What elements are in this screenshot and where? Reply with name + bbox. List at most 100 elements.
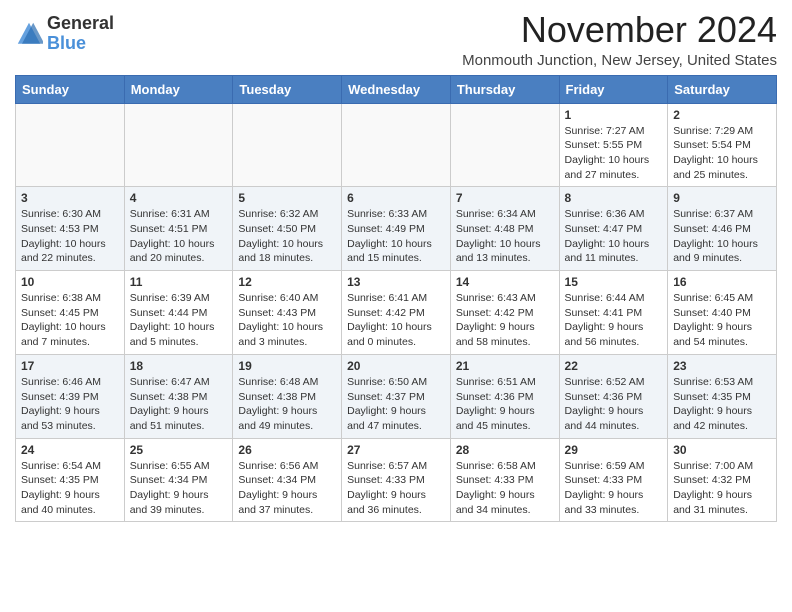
day-detail: Sunrise: 6:37 AM Sunset: 4:46 PM Dayligh… <box>673 207 771 266</box>
day-number: 29 <box>565 443 663 457</box>
day-number: 28 <box>456 443 554 457</box>
calendar-cell: 2Sunrise: 7:29 AM Sunset: 5:54 PM Daylig… <box>668 103 777 187</box>
calendar-cell: 11 Sunrise: 6:39 AM Sunset: 4:44 PM Dayli… <box>124 271 233 355</box>
col-header-wednesday: Wednesday <box>342 75 451 103</box>
calendar-cell: 21Sunrise: 6:51 AM Sunset: 4:36 PM Dayli… <box>450 354 559 438</box>
day-number: 2 <box>673 108 771 122</box>
day-detail: Sunrise: 6:34 AM Sunset: 4:48 PM Dayligh… <box>456 207 554 266</box>
day-detail: Sunrise: 6:32 AM Sunset: 4:50 PM Dayligh… <box>238 207 336 266</box>
day-number: 17 <box>21 359 119 373</box>
calendar-cell: 19 Sunrise: 6:48 AM Sunset: 4:38 PM Dayli… <box>233 354 342 438</box>
day-number: 10 <box>21 275 119 289</box>
calendar-row-5: 24 Sunrise: 6:54 AM Sunset: 4:35 PM Dayli… <box>16 438 777 522</box>
day-number: 23 <box>673 359 771 373</box>
calendar-cell: 20Sunrise: 6:50 AM Sunset: 4:37 PM Dayli… <box>342 354 451 438</box>
day-detail: Sunrise: 6:48 AM Sunset: 4:38 PM Dayligh… <box>238 375 336 434</box>
col-header-tuesday: Tuesday <box>233 75 342 103</box>
day-number: 18 <box>130 359 228 373</box>
day-detail: Sunrise: 6:31 AM Sunset: 4:51 PM Dayligh… <box>130 207 228 266</box>
day-number: 27 <box>347 443 445 457</box>
day-detail: Sunrise: 6:53 AM Sunset: 4:35 PM Dayligh… <box>673 375 771 434</box>
day-number: 8 <box>565 191 663 205</box>
day-detail: Sunrise: 6:30 AM Sunset: 4:53 PM Dayligh… <box>21 207 119 266</box>
calendar-cell <box>124 103 233 187</box>
day-number: 26 <box>238 443 336 457</box>
calendar-cell: 24 Sunrise: 6:54 AM Sunset: 4:35 PM Dayli… <box>16 438 125 522</box>
day-detail: Sunrise: 6:47 AM Sunset: 4:38 PM Dayligh… <box>130 375 228 434</box>
day-detail: Sunrise: 6:41 AM Sunset: 4:42 PM Dayligh… <box>347 291 445 350</box>
logo: General Blue <box>15 14 114 54</box>
calendar-cell: 23 Sunrise: 6:53 AM Sunset: 4:35 PM Dayli… <box>668 354 777 438</box>
day-number: 25 <box>130 443 228 457</box>
day-detail: Sunrise: 6:56 AM Sunset: 4:34 PM Dayligh… <box>238 459 336 518</box>
calendar-cell: 29 Sunrise: 6:59 AM Sunset: 4:33 PM Dayli… <box>559 438 668 522</box>
calendar-cell: 15 Sunrise: 6:44 AM Sunset: 4:41 PM Dayli… <box>559 271 668 355</box>
day-number: 19 <box>238 359 336 373</box>
calendar-cell: 28 Sunrise: 6:58 AM Sunset: 4:33 PM Dayli… <box>450 438 559 522</box>
day-detail: Sunrise: 6:51 AM Sunset: 4:36 PM Dayligh… <box>456 375 554 434</box>
calendar-cell: 18 Sunrise: 6:47 AM Sunset: 4:38 PM Dayli… <box>124 354 233 438</box>
col-header-thursday: Thursday <box>450 75 559 103</box>
day-detail: Sunrise: 6:52 AM Sunset: 4:36 PM Dayligh… <box>565 375 663 434</box>
day-detail: Sunrise: 6:59 AM Sunset: 4:33 PM Dayligh… <box>565 459 663 518</box>
calendar-cell: 9 Sunrise: 6:37 AM Sunset: 4:46 PM Daylig… <box>668 187 777 271</box>
calendar-cell: 13Sunrise: 6:41 AM Sunset: 4:42 PM Dayli… <box>342 271 451 355</box>
day-detail: Sunrise: 7:27 AM Sunset: 5:55 PM Dayligh… <box>565 124 663 183</box>
calendar-cell: 6 Sunrise: 6:33 AM Sunset: 4:49 PM Daylig… <box>342 187 451 271</box>
day-number: 11 <box>130 275 228 289</box>
calendar-row-3: 10 Sunrise: 6:38 AM Sunset: 4:45 PM Dayli… <box>16 271 777 355</box>
month-title: November 2024 <box>462 10 777 50</box>
day-detail: Sunrise: 6:38 AM Sunset: 4:45 PM Dayligh… <box>21 291 119 350</box>
day-number: 15 <box>565 275 663 289</box>
day-number: 1 <box>565 108 663 122</box>
calendar-cell <box>342 103 451 187</box>
day-detail: Sunrise: 6:33 AM Sunset: 4:49 PM Dayligh… <box>347 207 445 266</box>
calendar-row-1: 1 Sunrise: 7:27 AM Sunset: 5:55 PM Daylig… <box>16 103 777 187</box>
calendar-cell: 16Sunrise: 6:45 AM Sunset: 4:40 PM Dayli… <box>668 271 777 355</box>
calendar-cell: 1 Sunrise: 7:27 AM Sunset: 5:55 PM Daylig… <box>559 103 668 187</box>
col-header-saturday: Saturday <box>668 75 777 103</box>
day-detail: Sunrise: 7:00 AM Sunset: 4:32 PM Dayligh… <box>673 459 771 518</box>
calendar-cell <box>450 103 559 187</box>
calendar-cell: 30 Sunrise: 7:00 AM Sunset: 4:32 PM Dayli… <box>668 438 777 522</box>
day-detail: Sunrise: 6:36 AM Sunset: 4:47 PM Dayligh… <box>565 207 663 266</box>
day-number: 4 <box>130 191 228 205</box>
calendar-cell: 26 Sunrise: 6:56 AM Sunset: 4:34 PM Dayli… <box>233 438 342 522</box>
col-header-monday: Monday <box>124 75 233 103</box>
day-number: 3 <box>21 191 119 205</box>
calendar-cell: 7Sunrise: 6:34 AM Sunset: 4:48 PM Daylig… <box>450 187 559 271</box>
calendar-cell: 22Sunrise: 6:52 AM Sunset: 4:36 PM Dayli… <box>559 354 668 438</box>
day-number: 14 <box>456 275 554 289</box>
day-detail: Sunrise: 6:44 AM Sunset: 4:41 PM Dayligh… <box>565 291 663 350</box>
day-number: 6 <box>347 191 445 205</box>
day-number: 5 <box>238 191 336 205</box>
logo-general-text: General <box>47 14 114 34</box>
calendar-cell <box>233 103 342 187</box>
day-detail: Sunrise: 6:43 AM Sunset: 4:42 PM Dayligh… <box>456 291 554 350</box>
calendar-cell: 10 Sunrise: 6:38 AM Sunset: 4:45 PM Dayli… <box>16 271 125 355</box>
day-number: 20 <box>347 359 445 373</box>
calendar-cell: 5 Sunrise: 6:32 AM Sunset: 4:50 PM Daylig… <box>233 187 342 271</box>
title-block: November 2024 Monmouth Junction, New Jer… <box>462 10 777 69</box>
day-detail: Sunrise: 6:57 AM Sunset: 4:33 PM Dayligh… <box>347 459 445 518</box>
logo-icon <box>15 20 43 48</box>
day-detail: Sunrise: 6:58 AM Sunset: 4:33 PM Dayligh… <box>456 459 554 518</box>
day-detail: Sunrise: 6:45 AM Sunset: 4:40 PM Dayligh… <box>673 291 771 350</box>
main-container: General Blue November 2024 Monmouth Junc… <box>0 0 792 532</box>
logo-text: General Blue <box>47 14 114 54</box>
day-number: 9 <box>673 191 771 205</box>
col-header-friday: Friday <box>559 75 668 103</box>
day-number: 30 <box>673 443 771 457</box>
day-detail: Sunrise: 6:39 AM Sunset: 4:44 PM Dayligh… <box>130 291 228 350</box>
location: Monmouth Junction, New Jersey, United St… <box>462 52 777 69</box>
day-number: 24 <box>21 443 119 457</box>
day-detail: Sunrise: 6:54 AM Sunset: 4:35 PM Dayligh… <box>21 459 119 518</box>
calendar-row-2: 3 Sunrise: 6:30 AM Sunset: 4:53 PM Daylig… <box>16 187 777 271</box>
calendar-cell <box>16 103 125 187</box>
calendar-cell: 25Sunrise: 6:55 AM Sunset: 4:34 PM Dayli… <box>124 438 233 522</box>
calendar-cell: 8 Sunrise: 6:36 AM Sunset: 4:47 PM Daylig… <box>559 187 668 271</box>
day-detail: Sunrise: 6:40 AM Sunset: 4:43 PM Dayligh… <box>238 291 336 350</box>
calendar-cell: 12Sunrise: 6:40 AM Sunset: 4:43 PM Dayli… <box>233 271 342 355</box>
calendar-cell: 4 Sunrise: 6:31 AM Sunset: 4:51 PM Daylig… <box>124 187 233 271</box>
calendar-cell: 14 Sunrise: 6:43 AM Sunset: 4:42 PM Dayli… <box>450 271 559 355</box>
